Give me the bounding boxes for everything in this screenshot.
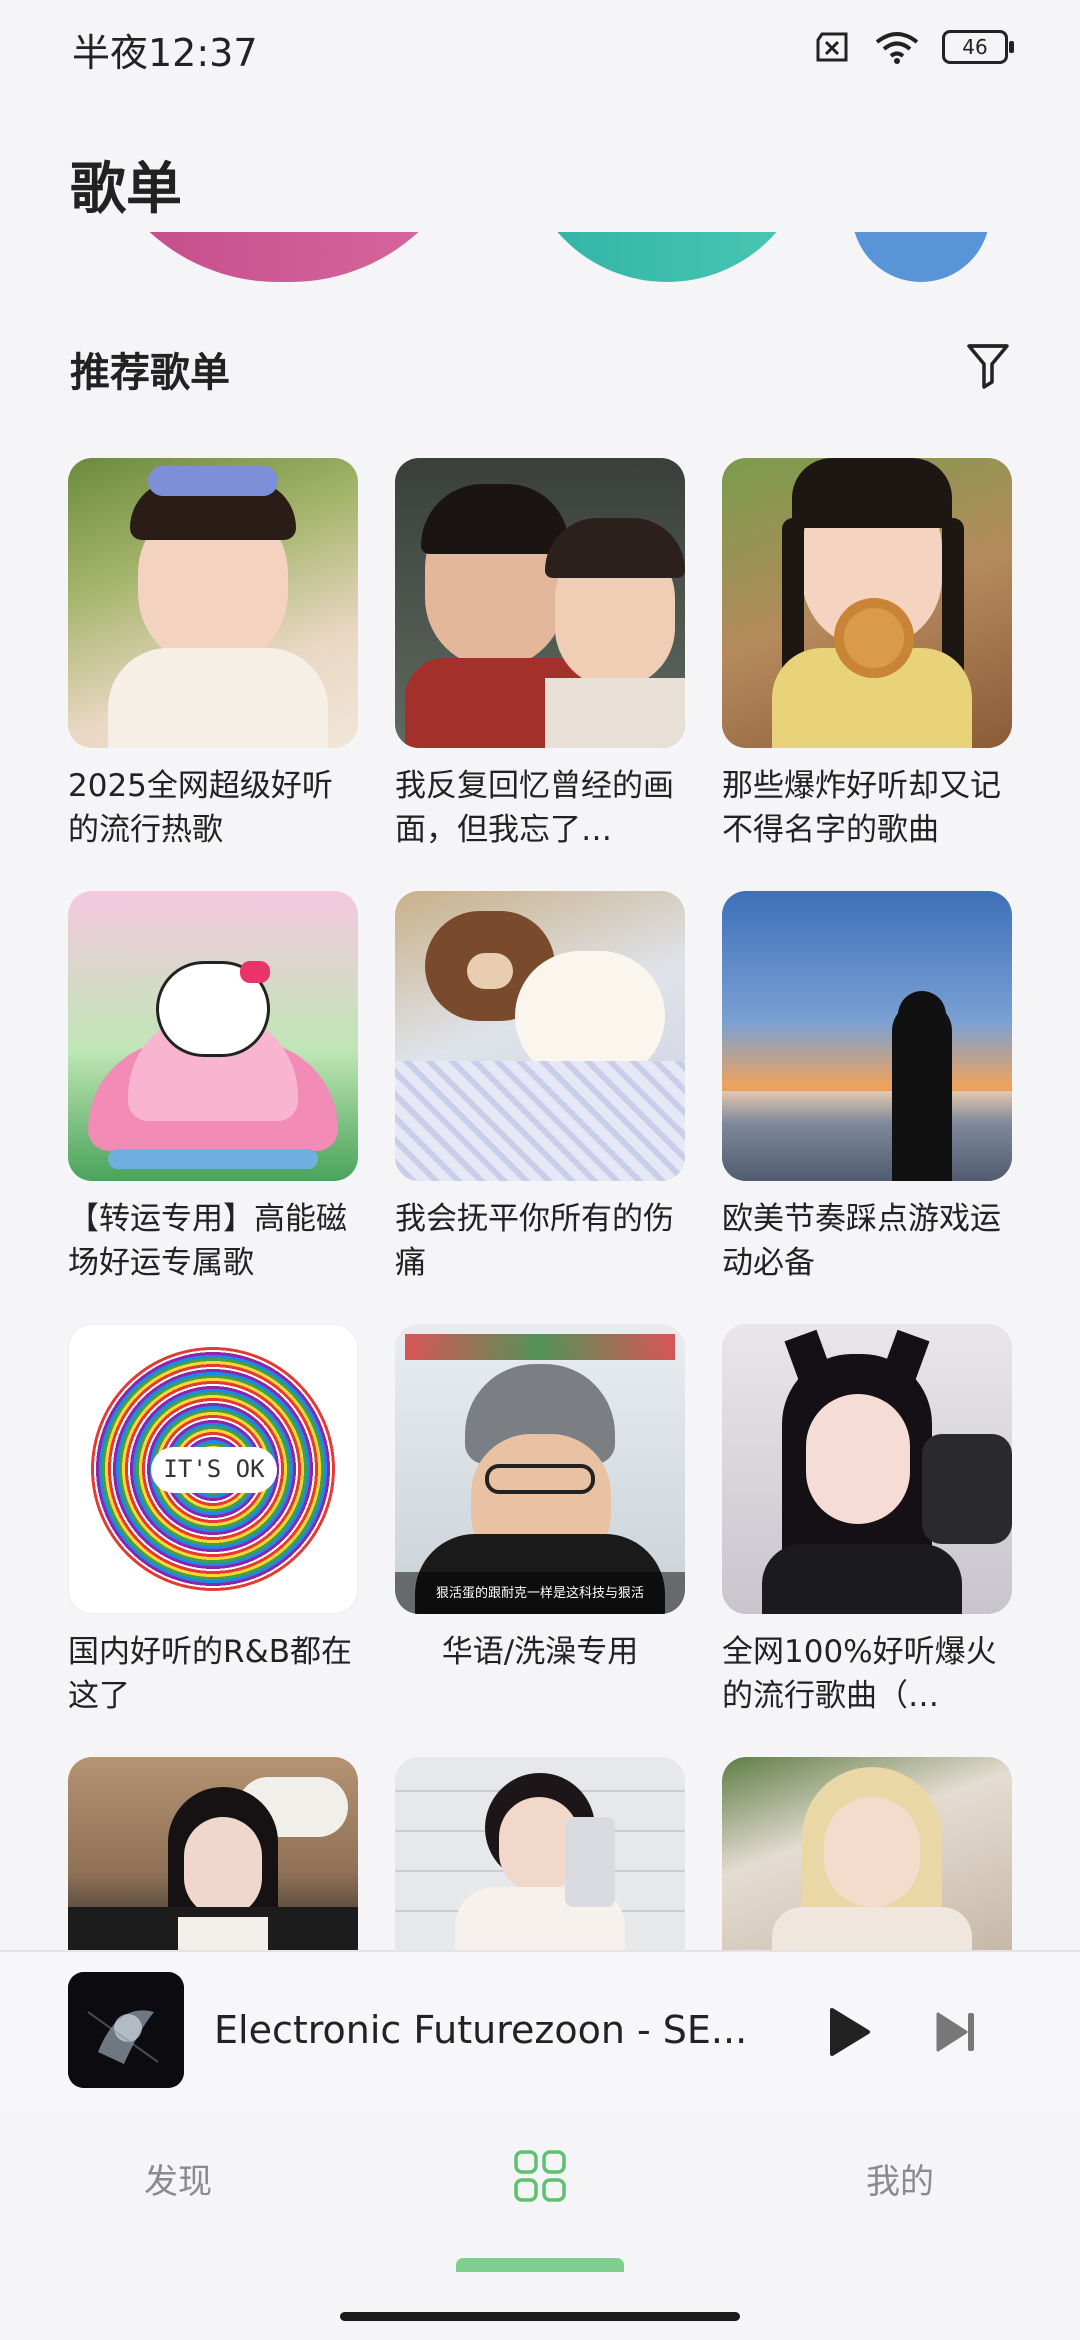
playlist-card[interactable]: 我反复回忆曾经的画面，但我忘了… <box>395 458 685 852</box>
album-art-image <box>68 1972 184 2088</box>
filter-icon <box>967 344 1009 389</box>
category-carousel[interactable] <box>0 232 1080 282</box>
playlist-cover <box>68 891 358 1181</box>
playlist-title: 国内好听的R&B都在这了 <box>68 1634 352 1714</box>
wifi-icon <box>875 32 919 64</box>
cover-subtitle: 狠活蛋的跟耐克一样是这科技与狠活 <box>435 1586 644 1601</box>
playlist-cover <box>722 1757 1012 1950</box>
sim-off-icon <box>816 32 848 62</box>
playlist-card[interactable]: 欧美节奏踩点游戏运动必备 <box>722 891 1012 1285</box>
playlist-cover: IT'S OK <box>68 1324 358 1614</box>
player-album-art[interactable] <box>68 1972 184 2088</box>
playlist-card[interactable]: 狠活蛋的跟耐克一样是这科技与狠活 华语/洗澡专用 <box>395 1324 685 1674</box>
playlist-card[interactable]: 2025全网超级好听的流行热歌 <box>68 458 358 852</box>
playlist-card[interactable]: 【转运专用】高能磁场好运专属歌 <box>68 891 358 1285</box>
status-bar: 半夜12:37 46 <box>0 0 1080 96</box>
playlist-title: 我会抚平你所有的伤痛 <box>395 1201 674 1281</box>
playlist-cover <box>68 1757 358 1950</box>
battery-indicator: 46 <box>942 30 1014 64</box>
next-button[interactable] <box>928 2004 984 2060</box>
player-track-title[interactable]: Electronic Futurezoon - SE... <box>214 2008 754 2052</box>
status-icons: 46 <box>812 30 1014 64</box>
playlist-cover <box>722 891 1012 1181</box>
skip-next-icon <box>936 2012 974 2052</box>
playlist-title: 【转运专用】高能磁场好运专属歌 <box>68 1201 347 1281</box>
playlist-cover: 狠活蛋的跟耐克一样是这科技与狠活 <box>395 1324 685 1614</box>
nav-discover[interactable]: 发现 <box>144 2154 212 2203</box>
playlist-cover <box>722 1324 1012 1614</box>
playlist-title: 欧美节奏踩点游戏运动必备 <box>722 1201 1001 1281</box>
playlist-card[interactable]: IT'S OK 国内好听的R&B都在这了 <box>68 1324 358 1718</box>
playlist-cover <box>68 458 358 748</box>
section-title: 推荐歌单 <box>70 350 230 396</box>
playlist-card[interactable] <box>68 1757 358 1950</box>
playlist-title: 我反复回忆曾经的画面，但我忘了… <box>395 768 674 848</box>
playlist-cover <box>395 1757 685 1950</box>
playlist-title: 全网100%好听爆火的流行歌曲（… <box>722 1634 997 1714</box>
playlist-cover <box>395 458 685 748</box>
page-title: 歌单 <box>70 157 182 222</box>
nav-playlists[interactable] <box>512 2148 568 2204</box>
play-button[interactable] <box>820 2004 876 2060</box>
playlist-card[interactable] <box>722 1757 1012 1950</box>
mini-player[interactable]: Electronic Futurezoon - SE... <box>0 1950 1080 2112</box>
category-card-teal[interactable] <box>522 232 812 282</box>
category-card-blue[interactable] <box>852 232 990 282</box>
playlist-card[interactable]: 那些爆炸好听却又记不得名字的歌曲 <box>722 458 1012 852</box>
battery-level: 46 <box>962 35 988 59</box>
playlist-title: 华语/洗澡专用 <box>441 1634 639 1670</box>
playlist-cover <box>395 891 685 1181</box>
playlist-card[interactable]: 全网100%好听爆火的流行歌曲（… <box>722 1324 1012 1718</box>
home-indicator[interactable] <box>340 2312 740 2321</box>
playlist-title: 2025全网超级好听的流行热歌 <box>68 768 333 848</box>
play-icon <box>830 2008 870 2056</box>
playlist-card[interactable]: 我会抚平你所有的伤痛 <box>395 891 685 1285</box>
filter-button[interactable] <box>960 338 1016 394</box>
bottom-navigation: 发现 我的 <box>0 2110 1080 2340</box>
status-time: 半夜12:37 <box>72 31 258 75</box>
playlist-card[interactable] <box>395 1757 685 1950</box>
nav-mine[interactable]: 我的 <box>866 2154 934 2203</box>
cover-text: IT'S OK <box>163 1455 265 1483</box>
playlist-title: 那些爆炸好听却又记不得名字的歌曲 <box>722 768 1001 848</box>
playlist-cover <box>722 458 1012 748</box>
category-card-pink[interactable] <box>88 232 480 282</box>
active-tab-indicator <box>456 2258 624 2272</box>
grid-icon <box>514 2150 566 2202</box>
